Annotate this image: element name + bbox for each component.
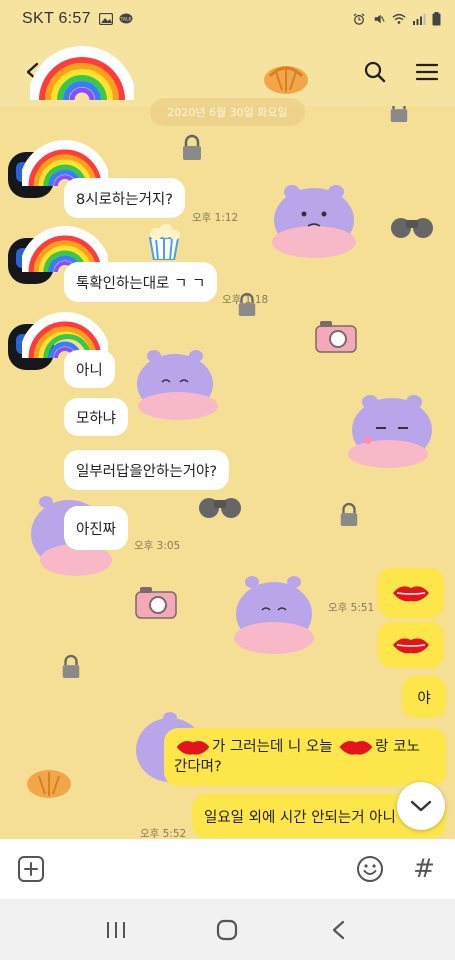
padlock-icon bbox=[183, 134, 201, 160]
chat-header bbox=[0, 38, 455, 106]
padlock-icon bbox=[62, 654, 80, 678]
rainbow-profile-sticker bbox=[30, 46, 134, 101]
message-bubble[interactable]: 아진짜 bbox=[64, 506, 129, 550]
message-bubble[interactable]: 톡확인하는대로 ㄱ ㄱ bbox=[64, 262, 218, 302]
message-text: 간다며? bbox=[174, 759, 222, 775]
lips-emoticon-bubble[interactable] bbox=[378, 568, 444, 618]
message-text: 가 그러는데 니 오늘 bbox=[212, 739, 338, 755]
padlock-icon bbox=[340, 502, 358, 526]
status-bar: SKT 6:57 TALK bbox=[0, 0, 455, 38]
date-divider: 2020년 6월 30일 화요일 bbox=[150, 98, 305, 126]
smiley-icon bbox=[357, 856, 383, 882]
emoticon-button[interactable] bbox=[355, 854, 385, 884]
message-bubble[interactable]: 모하냐 bbox=[64, 398, 129, 436]
croissant-sticker bbox=[264, 66, 308, 94]
lips-emoticon bbox=[176, 740, 210, 755]
message-time: 오후 3:05 bbox=[134, 540, 181, 552]
message-text: 일부러답을안하는거야? bbox=[76, 463, 218, 480]
message-bubble[interactable]: 8시로하는거지? bbox=[64, 178, 185, 218]
talk-notification-icon: TALK bbox=[119, 13, 132, 24]
popcorn-sticker bbox=[148, 224, 180, 260]
message-bubble[interactable]: 가 그러는데 니 오늘 랑 코노 간다며? bbox=[164, 728, 446, 786]
back-chevron-icon bbox=[333, 920, 345, 939]
hamburger-menu-icon bbox=[415, 63, 439, 81]
lips-emoticon bbox=[393, 638, 429, 654]
system-back-button[interactable] bbox=[319, 910, 359, 950]
hippo-wallpaper-sticker bbox=[348, 395, 432, 468]
hippo-wallpaper-sticker bbox=[272, 185, 356, 258]
message-time: 오후 5:51 bbox=[328, 602, 375, 614]
message-input-bar: # bbox=[0, 839, 455, 899]
message-text: 아진짜 bbox=[76, 521, 117, 538]
plus-square-icon bbox=[18, 856, 44, 882]
attach-button[interactable] bbox=[16, 854, 46, 884]
gallery-notification-icon bbox=[98, 13, 113, 25]
message-text: 모하냐 bbox=[76, 410, 117, 427]
message-time: 오후 1:18 bbox=[222, 294, 269, 306]
message-text: 톡확인하는대로 ㄱ ㄱ bbox=[76, 275, 206, 292]
croissant-sticker bbox=[27, 770, 71, 798]
camera-sticker bbox=[135, 587, 177, 619]
message-bubble[interactable]: 야 bbox=[402, 676, 446, 718]
system-navigation-bar bbox=[0, 899, 455, 960]
padlock-icon bbox=[390, 106, 408, 122]
signal-icon bbox=[413, 14, 426, 25]
message-text: 일요일 외에 시간 안되는거 아니 bbox=[204, 809, 396, 826]
message-bubble[interactable]: 아니 bbox=[64, 350, 115, 388]
chevron-down-icon bbox=[410, 800, 432, 812]
message-time: 오후 5:52 bbox=[140, 828, 187, 839]
search-icon bbox=[364, 61, 386, 83]
camera-sticker bbox=[315, 321, 357, 353]
search-button[interactable] bbox=[361, 58, 389, 86]
hash-icon: # bbox=[413, 854, 435, 884]
message-text: 8시로하는거지? bbox=[76, 191, 173, 208]
menu-button[interactable] bbox=[413, 58, 441, 86]
message-time: 오후 1:12 bbox=[192, 212, 239, 224]
wifi-icon bbox=[392, 13, 406, 24]
lips-emoticon bbox=[393, 586, 429, 602]
carrier-time: SKT 6:57 bbox=[22, 10, 91, 28]
message-text: 랑 코노 bbox=[375, 739, 420, 755]
carrier-label: SKT bbox=[22, 10, 54, 27]
message-bubble[interactable]: 일부러답을안하는거야? bbox=[64, 450, 230, 490]
recent-apps-icon bbox=[106, 921, 125, 938]
message-text: 야 bbox=[417, 690, 431, 707]
binoculars-icon bbox=[199, 498, 241, 518]
message-text: 아니 bbox=[76, 362, 103, 379]
home-button[interactable] bbox=[207, 910, 247, 950]
scroll-to-bottom-button[interactable] bbox=[397, 782, 445, 830]
recent-apps-button[interactable] bbox=[96, 910, 136, 950]
binoculars-icon bbox=[391, 218, 433, 238]
hashtag-search-button[interactable]: # bbox=[409, 854, 439, 884]
chat-message-list[interactable]: 8시로하는거지? 오후 1:12 톡확인하는대로 ㄱ ㄱ 오후 1:18 아니 … bbox=[0, 106, 455, 839]
home-icon bbox=[217, 919, 238, 940]
alarm-icon bbox=[353, 13, 365, 25]
mute-icon bbox=[374, 14, 385, 24]
lips-emoticon bbox=[339, 740, 373, 755]
hippo-wallpaper-sticker bbox=[234, 576, 314, 654]
lips-emoticon-bubble[interactable] bbox=[378, 622, 444, 668]
clock-label: 6:57 bbox=[58, 10, 91, 27]
battery-icon bbox=[432, 12, 441, 26]
svg-text:TALK: TALK bbox=[119, 17, 132, 23]
hippo-wallpaper-sticker bbox=[137, 350, 218, 420]
